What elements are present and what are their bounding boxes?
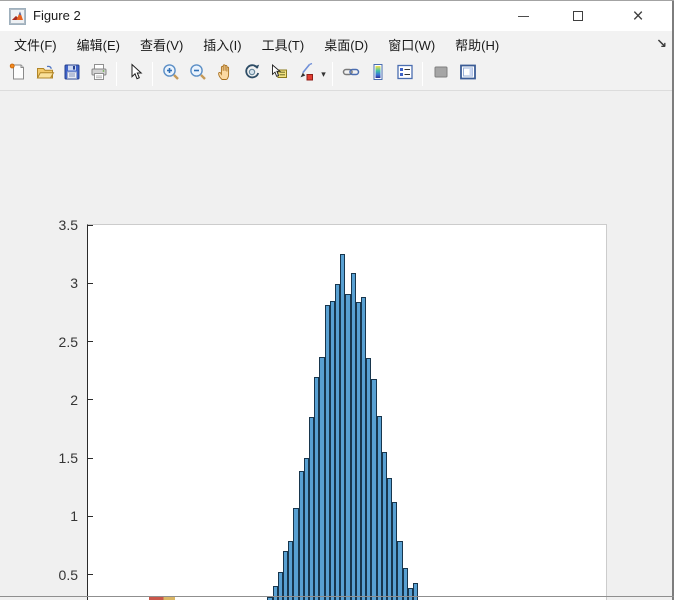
menu-item-1[interactable]: 编辑(E) (67, 31, 130, 58)
title-bar: Figure 2 × (0, 1, 674, 31)
maximize-icon (573, 11, 583, 21)
zoom-in-button[interactable] (157, 61, 184, 88)
hide-plot-tools-icon (431, 62, 451, 87)
y-tick-mark (88, 458, 93, 459)
brush-data-icon (296, 62, 316, 87)
maximize-button[interactable] (558, 1, 598, 31)
rotate-3d-icon (242, 62, 262, 87)
menu-item-7[interactable]: 帮助(H) (445, 31, 509, 58)
toolbar-separator (116, 62, 117, 86)
minimize-button[interactable] (503, 1, 543, 31)
data-cursor-icon (269, 62, 289, 87)
histogram-bar (413, 583, 418, 600)
hide-plot-tools-button[interactable] (427, 61, 454, 88)
y-tick-label: 2.5 (0, 334, 78, 350)
menu-bar: 文件(F)编辑(E)查看(V)插入(I)工具(T)桌面(D)窗口(W)帮助(H) (0, 31, 674, 58)
figure-canvas[interactable]: -1-0.500.5100.511.522.533.5 (0, 91, 674, 600)
minimize-icon (518, 16, 529, 17)
menu-item-5[interactable]: 桌面(D) (314, 31, 378, 58)
dock-arrow-icon[interactable]: ↘ (656, 36, 667, 52)
close-icon: × (632, 7, 643, 26)
zoom-in-icon (161, 62, 181, 87)
menu-item-6[interactable]: 窗口(W) (378, 31, 445, 58)
toolbar-separator (152, 62, 153, 86)
y-tick-mark (88, 341, 93, 342)
y-tick-label: 2 (0, 392, 78, 408)
insert-legend-button[interactable] (391, 61, 418, 88)
open-file-button[interactable] (31, 61, 58, 88)
y-tick-mark (88, 574, 93, 575)
window-border-bottom (0, 596, 674, 597)
window-title: Figure 2 (33, 8, 81, 23)
insert-colorbar-button[interactable] (364, 61, 391, 88)
show-plot-tools-dock-icon (458, 62, 478, 87)
y-tick-label: 3.5 (0, 217, 78, 233)
y-tick-mark (88, 283, 93, 284)
brush-dropdown-arrow[interactable]: ▾ (319, 69, 328, 80)
menu-item-3[interactable]: 插入(I) (193, 31, 251, 58)
data-cursor-button[interactable] (265, 61, 292, 88)
edit-plot-pointer-button[interactable] (121, 61, 148, 88)
save-figure-icon (62, 62, 82, 87)
y-tick-label: 0.5 (0, 567, 78, 583)
y-tick-mark (88, 225, 93, 226)
y-tick-mark (88, 516, 93, 517)
pan-button[interactable] (211, 61, 238, 88)
figure-window: Figure 2 × 文件(F)编辑(E)查看(V)插入(I)工具(T)桌面(D… (0, 0, 674, 600)
open-file-icon (35, 62, 55, 87)
close-button[interactable]: × (616, 1, 660, 31)
toolbar-separator (332, 62, 333, 86)
menu-item-2[interactable]: 查看(V) (130, 31, 193, 58)
edit-plot-pointer-icon (125, 62, 145, 87)
print-figure-button[interactable] (85, 61, 112, 88)
link-plot-button[interactable] (337, 61, 364, 88)
pan-icon (215, 62, 235, 87)
menu-item-4[interactable]: 工具(T) (252, 31, 315, 58)
new-figure-icon (8, 62, 28, 87)
zoom-out-button[interactable] (184, 61, 211, 88)
y-tick-label: 3 (0, 275, 78, 291)
new-figure-button[interactable] (4, 61, 31, 88)
y-tick-label: 1 (0, 508, 78, 524)
link-plot-icon (341, 62, 361, 87)
matlab-figure-icon (9, 8, 26, 25)
histogram-series (88, 225, 608, 600)
axes-plot-area[interactable] (87, 224, 607, 600)
y-tick-label: 1.5 (0, 450, 78, 466)
y-tick-mark (88, 399, 93, 400)
insert-legend-icon (395, 62, 415, 87)
toolbar-separator (422, 62, 423, 86)
menu-item-0[interactable]: 文件(F) (4, 31, 67, 58)
zoom-out-icon (188, 62, 208, 87)
save-figure-button[interactable] (58, 61, 85, 88)
print-figure-icon (89, 62, 109, 87)
show-plot-tools-dock-button[interactable] (454, 61, 481, 88)
toolbar: ▾ (0, 58, 674, 91)
rotate-3d-button[interactable] (238, 61, 265, 88)
brush-data-button[interactable] (292, 61, 319, 88)
insert-colorbar-icon (368, 62, 388, 87)
